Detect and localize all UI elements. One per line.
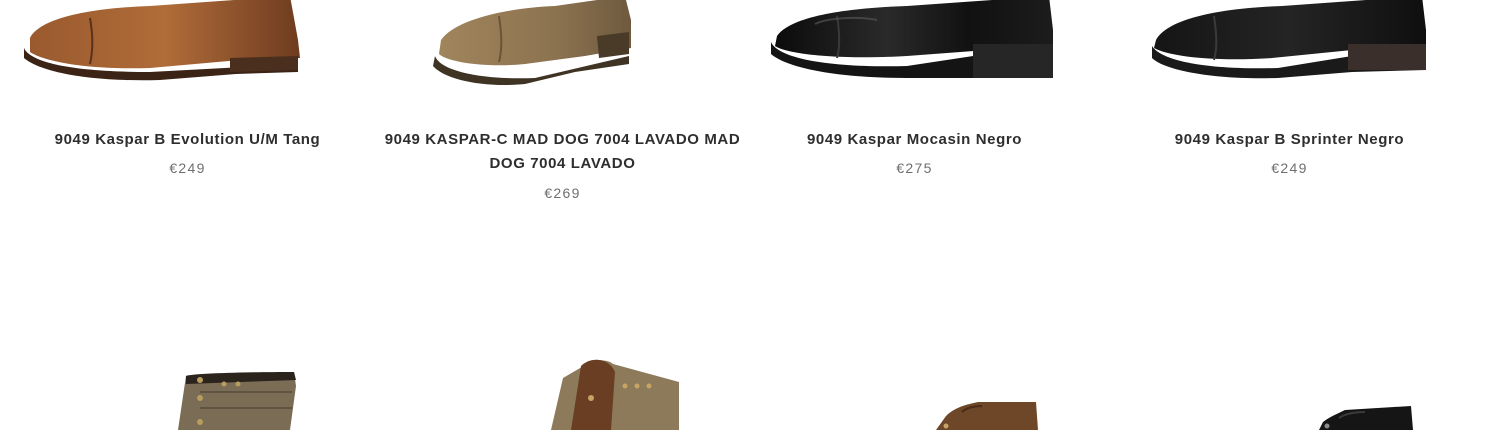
product-card[interactable]: 9049 Kaspar B Evolution U/M Tang €249	[0, 0, 375, 250]
product-price: €269	[544, 185, 581, 201]
product-image[interactable]	[0, 340, 375, 430]
product-price: €249	[1271, 160, 1308, 176]
product-image[interactable]	[1125, 340, 1500, 430]
product-name[interactable]: 9049 Kaspar B Evolution U/M Tang	[0, 128, 375, 152]
product-name[interactable]: 9049 Kaspar Mocasin Negro	[727, 128, 1102, 152]
product-image[interactable]	[727, 0, 1102, 110]
product-card[interactable]: 9049 Kaspar B Sprinter Negro €249	[1102, 0, 1477, 250]
product-image[interactable]	[750, 340, 1125, 430]
product-name[interactable]: 9049 KASPAR-C MAD DOG 7004 LAVADO MAD DO…	[375, 128, 750, 176]
product-grid: 9049 Kaspar B Evolution U/M Tang €249 90…	[0, 0, 1500, 430]
product-image[interactable]	[1102, 0, 1477, 110]
product-card[interactable]: 9049 Kaspar Mocasin Negro €275	[727, 0, 1102, 250]
product-price: €249	[169, 160, 206, 176]
product-image[interactable]	[375, 340, 750, 430]
product-image[interactable]	[0, 0, 375, 110]
product-image[interactable]	[375, 0, 750, 110]
product-card[interactable]: 9049 KASPAR-C MAD DOG 7004 LAVADO MAD DO…	[375, 0, 750, 250]
product-name[interactable]: 9049 Kaspar B Sprinter Negro	[1102, 128, 1477, 152]
product-price: €275	[896, 160, 933, 176]
